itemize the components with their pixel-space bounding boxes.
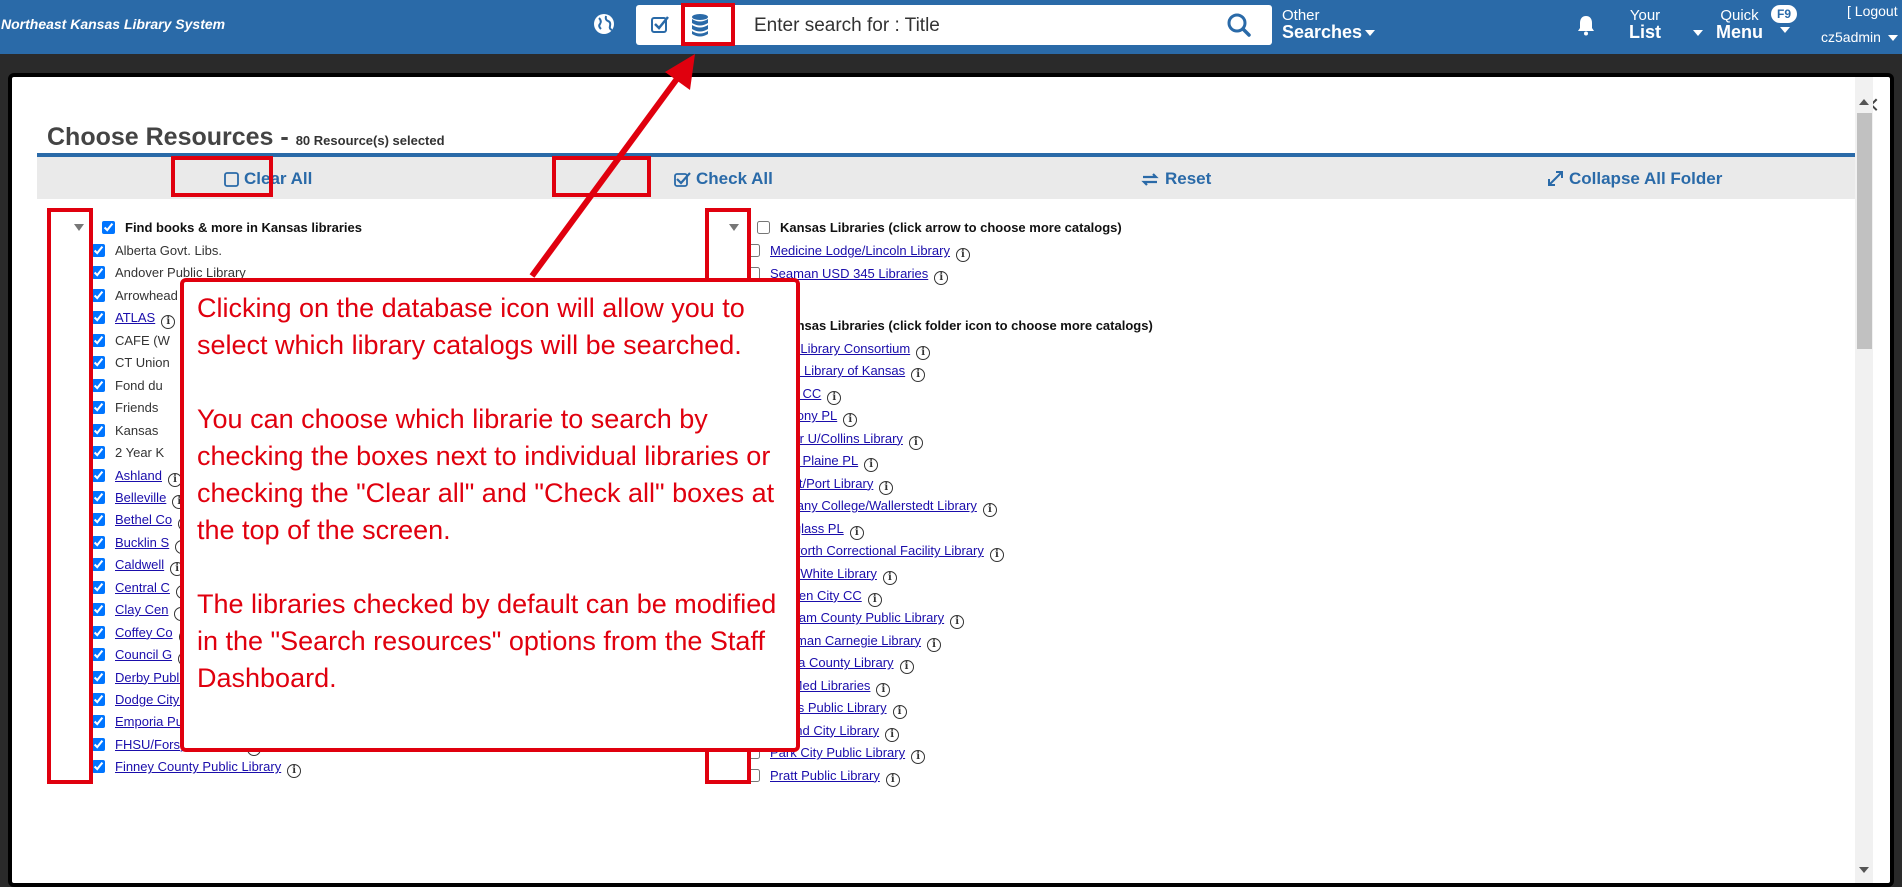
annotation-callout: Clicking on the database icon will allow… [180, 278, 800, 752]
callout-paragraph-2: You can choose which librarie to search … [197, 404, 775, 545]
callout-paragraph-3: The libraries checked by default can be … [197, 589, 777, 693]
callout-paragraph-1: Clicking on the database icon will allow… [197, 293, 745, 360]
